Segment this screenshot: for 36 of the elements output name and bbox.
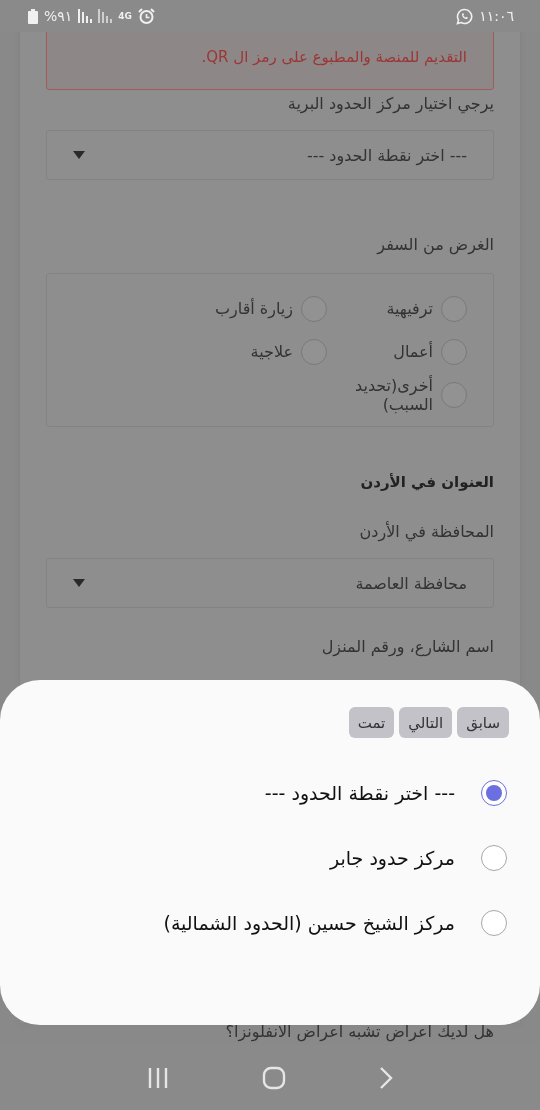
section-heading: العنوان في الأردن (359, 472, 494, 493)
radio-label[interactable]: أعمال (393, 342, 433, 361)
field-label: يرجي اختيار مركز الحدود البرية (286, 93, 494, 116)
field-label: المحافظة في الأردن (358, 520, 494, 544)
radio-label[interactable]: ترفيهية (386, 299, 433, 318)
radio-label[interactable]: أخرى(تحديد السبب) (327, 375, 433, 414)
dropdown-arrow-icon (73, 579, 85, 587)
clock-time: ١١:٠٦ (479, 8, 514, 24)
radio-button[interactable] (481, 779, 507, 806)
dropdown-field[interactable]: محافظة العاصمة (46, 558, 494, 608)
field-label: الغرض من السفر (375, 234, 494, 257)
recent-apps-icon[interactable] (146, 1066, 169, 1089)
radio-button[interactable] (481, 844, 507, 871)
signal-icon (78, 9, 93, 23)
radio-label[interactable]: علاجية (250, 342, 293, 361)
chat-bubble-icon (456, 7, 474, 25)
question-label: هل لديك اعراض تشبه اعراض الانفلونزا؟ (224, 1021, 494, 1044)
dropdown-arrow-icon (73, 151, 85, 159)
dropdown-field[interactable]: --- اختر نقطة الحدود --- (46, 130, 494, 180)
battery-icon (28, 8, 38, 24)
nav-button[interactable]: سابق (457, 707, 509, 738)
back-icon[interactable] (379, 1065, 394, 1090)
radio-label[interactable]: زيارة أقارب (215, 299, 293, 318)
error-message: التقديم للمنصة والمطبوع على رمز ال QR. (46, 32, 494, 90)
signal-icon (98, 9, 113, 23)
battery-level: %٩١ (44, 8, 73, 24)
option-label[interactable]: مركز الشيخ حسين (الحدود الشمالية) (163, 911, 455, 934)
network-type: 4G (118, 10, 132, 23)
radio-button[interactable] (481, 909, 507, 936)
home-icon[interactable] (262, 1065, 286, 1090)
option-label[interactable]: --- اختر نقطة الحدود --- (264, 781, 455, 804)
alarm-icon (138, 8, 155, 24)
nav-button[interactable]: تمت (348, 707, 395, 738)
option-label[interactable]: مركز حدود جابر (330, 846, 455, 869)
field-label: اسم الشارع، ورقم المنزل (320, 636, 494, 659)
nav-button[interactable]: التالي (399, 707, 453, 738)
